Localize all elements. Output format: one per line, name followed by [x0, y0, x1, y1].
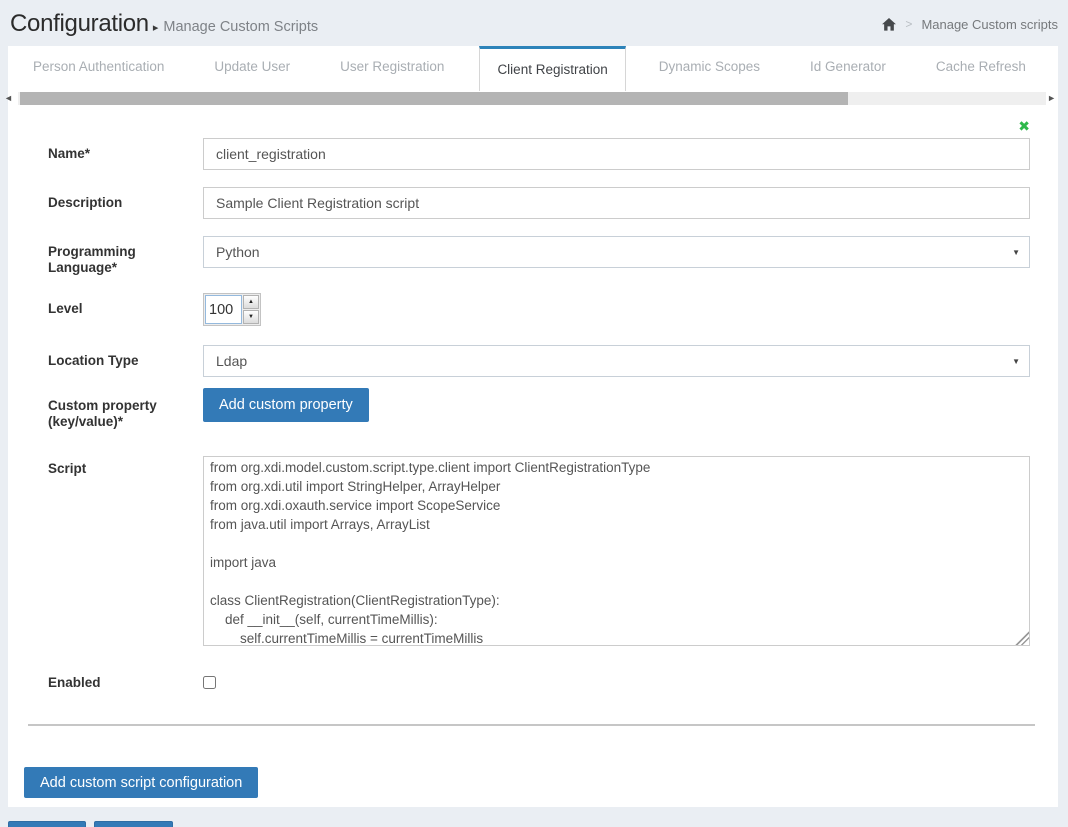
cancel-button[interactable]: Cancel — [94, 821, 173, 827]
custom-property-label: Custom property (key/value)* — [48, 388, 203, 430]
programming-language-select[interactable]: Python ▼ — [203, 236, 1030, 268]
scroll-right-icon[interactable]: ► — [1047, 92, 1056, 105]
enabled-label: Enabled — [48, 667, 203, 694]
page-subtitle: Manage Custom Scripts — [163, 19, 318, 35]
main-panel: Person Authentication Update User User R… — [8, 46, 1058, 807]
description-field-row: Description — [48, 187, 1030, 219]
level-increment-icon[interactable]: ▲ — [243, 295, 259, 309]
tab-cache-refresh[interactable]: Cache Refresh — [919, 46, 1043, 91]
remove-script-row: ✖ — [48, 118, 1030, 136]
page-header: Configuration ▸ Manage Custom Scripts > … — [0, 0, 1068, 46]
script-textarea[interactable]: from org.xdi.model.custom.script.type.cl… — [203, 456, 1030, 646]
tab-scrollbar: ◄ ► — [8, 91, 1058, 106]
location-type-value: Ldap — [216, 353, 247, 369]
enabled-checkbox[interactable] — [203, 676, 216, 689]
home-icon[interactable] — [882, 18, 896, 31]
add-custom-property-button[interactable]: Add custom property — [203, 388, 369, 422]
chevron-down-icon: ▼ — [1012, 357, 1020, 366]
tab-scrollbar-thumb[interactable] — [20, 92, 848, 105]
name-input[interactable] — [203, 138, 1030, 170]
enabled-field-row: Enabled — [48, 667, 1030, 694]
custom-property-field-row: Custom property (key/value)* Add custom … — [48, 388, 1030, 430]
add-custom-script-configuration-button[interactable]: Add custom script configuration — [24, 767, 258, 798]
tab-scrollbar-track[interactable] — [18, 92, 1046, 105]
form-actions: Update Cancel — [8, 821, 1068, 827]
level-stepper-buttons: ▲ ▼ — [243, 295, 259, 324]
script-label: Script — [48, 456, 203, 651]
programming-language-field-row: Programming Language* Python ▼ — [48, 236, 1030, 276]
level-label: Level — [48, 293, 203, 326]
programming-language-label: Programming Language* — [48, 236, 203, 276]
tab-id-generator[interactable]: Id Generator — [793, 46, 903, 91]
script-type-tabs: Person Authentication Update User User R… — [8, 46, 1058, 91]
programming-language-value: Python — [216, 244, 260, 260]
breadcrumb-separator: > — [905, 17, 912, 31]
description-input[interactable] — [203, 187, 1030, 219]
scroll-left-icon[interactable]: ◄ — [4, 92, 13, 105]
page-title: Configuration — [10, 10, 149, 38]
name-label: Name* — [48, 138, 203, 170]
location-type-field-row: Location Type Ldap ▼ — [48, 345, 1030, 377]
location-type-select[interactable]: Ldap ▼ — [203, 345, 1030, 377]
tab-user-registration[interactable]: User Registration — [323, 46, 461, 91]
breadcrumb: > Manage Custom scripts — [882, 17, 1058, 32]
tab-update-user[interactable]: Update User — [197, 46, 307, 91]
level-decrement-icon[interactable]: ▼ — [243, 310, 259, 324]
level-value[interactable]: 100 — [205, 295, 242, 324]
tab-person-authentication[interactable]: Person Authentication — [16, 46, 181, 91]
description-label: Description — [48, 187, 203, 219]
tab-dynamic-scopes[interactable]: Dynamic Scopes — [642, 46, 777, 91]
title-arrow-icon: ▸ — [153, 21, 159, 34]
breadcrumb-current: Manage Custom scripts — [921, 17, 1058, 32]
remove-script-icon[interactable]: ✖ — [1018, 118, 1030, 134]
name-field-row: Name* — [48, 138, 1030, 170]
location-type-label: Location Type — [48, 345, 203, 377]
level-stepper[interactable]: 100 ▲ ▼ — [203, 293, 261, 326]
tab-client-registration[interactable]: Client Registration — [479, 46, 625, 91]
update-button[interactable]: Update — [8, 821, 86, 827]
custom-script-form: ✖ Name* Description Programming Language… — [8, 106, 1058, 694]
script-field-row: Script from org.xdi.model.custom.script.… — [48, 456, 1030, 651]
page-title-group: Configuration ▸ Manage Custom Scripts — [10, 10, 318, 38]
panel-footer: Add custom script configuration — [8, 726, 1058, 807]
chevron-down-icon: ▼ — [1012, 248, 1020, 257]
level-field-row: Level 100 ▲ ▼ — [48, 293, 1030, 326]
